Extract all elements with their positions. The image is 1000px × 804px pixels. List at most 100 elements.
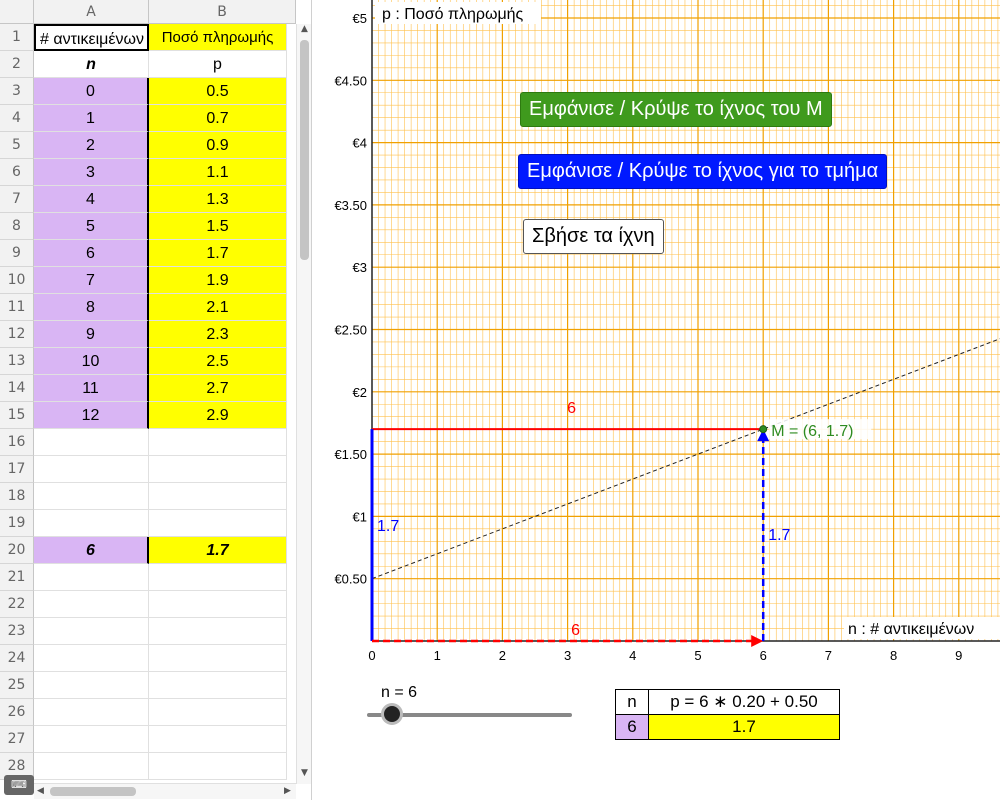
cell-b1[interactable]: Ποσό πληρωμής xyxy=(149,24,287,51)
scroll-left-icon[interactable]: ◀ xyxy=(37,784,44,799)
cell-p-value[interactable]: 2.3 xyxy=(149,321,287,348)
empty-cell[interactable] xyxy=(34,726,149,753)
cell-p-value[interactable]: 2.9 xyxy=(149,402,287,429)
cell-a1[interactable]: # αντικειμένων xyxy=(34,24,149,51)
cell-n-value[interactable]: 5 xyxy=(34,213,149,240)
row-number[interactable]: 13 xyxy=(0,348,34,375)
row-number[interactable]: 5 xyxy=(0,132,34,159)
slider-knob[interactable] xyxy=(384,706,400,722)
cell-n-value[interactable]: 2 xyxy=(34,132,149,159)
empty-cell[interactable] xyxy=(34,645,149,672)
row-number[interactable]: 8 xyxy=(0,213,34,240)
row-number[interactable]: 25 xyxy=(0,672,34,699)
cell-n-value[interactable]: 12 xyxy=(34,402,149,429)
cell-b20[interactable]: 1.7 xyxy=(149,537,287,564)
empty-cell[interactable] xyxy=(149,510,287,537)
row-number[interactable]: 2 xyxy=(0,51,34,78)
row-number[interactable]: 27 xyxy=(0,726,34,753)
empty-cell[interactable] xyxy=(34,564,149,591)
empty-cell[interactable] xyxy=(149,483,287,510)
cell-n-value[interactable]: 10 xyxy=(34,348,149,375)
empty-cell[interactable] xyxy=(149,753,287,780)
cell-b2[interactable]: p xyxy=(149,51,287,78)
clear-traces-button[interactable]: Σβήσε τα ίχνη xyxy=(523,219,664,254)
empty-cell[interactable] xyxy=(149,726,287,753)
cell-p-value[interactable]: 2.7 xyxy=(149,375,287,402)
cell-p-value[interactable]: 1.1 xyxy=(149,159,287,186)
row-number[interactable]: 9 xyxy=(0,240,34,267)
empty-cell[interactable] xyxy=(149,429,287,456)
row-number[interactable]: 21 xyxy=(0,564,34,591)
sheet-corner[interactable] xyxy=(0,0,34,24)
column-header-b[interactable]: B xyxy=(149,0,296,24)
cell-n-value[interactable]: 0 xyxy=(34,78,149,105)
row-number[interactable]: 4 xyxy=(0,105,34,132)
cell-n-value[interactable]: 7 xyxy=(34,267,149,294)
row-number[interactable]: 17 xyxy=(0,456,34,483)
row-number[interactable]: 10 xyxy=(0,267,34,294)
cell-p-value[interactable]: 1.5 xyxy=(149,213,287,240)
empty-cell[interactable] xyxy=(34,672,149,699)
cell-p-value[interactable]: 1.7 xyxy=(149,240,287,267)
horizontal-scroll-thumb[interactable] xyxy=(50,787,136,796)
empty-cell[interactable] xyxy=(149,699,287,726)
cell-a2[interactable]: n xyxy=(34,51,149,78)
empty-cell[interactable] xyxy=(34,591,149,618)
empty-cell[interactable] xyxy=(149,672,287,699)
cell-n-value[interactable]: 6 xyxy=(34,240,149,267)
vertical-scrollbar[interactable]: ▲ ▼ xyxy=(296,24,311,784)
row-number[interactable]: 1 xyxy=(0,24,34,51)
row-number[interactable]: 15 xyxy=(0,402,34,429)
row-number[interactable]: 20 xyxy=(0,537,34,564)
keyboard-icon[interactable]: ⌨ xyxy=(4,775,34,795)
cell-n-value[interactable]: 9 xyxy=(34,321,149,348)
row-number[interactable]: 11 xyxy=(0,294,34,321)
cell-n-value[interactable]: 4 xyxy=(34,186,149,213)
graphics-view[interactable]: 0 1 2 3 4 5 6 7 8 9 €0.50 €1 €1.50 €2 €2.50 €3 €3.50 €4 €4… xyxy=(312,0,1000,800)
empty-cell[interactable] xyxy=(149,618,287,645)
cell-p-value[interactable]: 2.5 xyxy=(149,348,287,375)
row-number[interactable]: 16 xyxy=(0,429,34,456)
empty-cell[interactable] xyxy=(149,564,287,591)
row-number[interactable]: 19 xyxy=(0,510,34,537)
cell-p-value[interactable]: 0.9 xyxy=(149,132,287,159)
row-number[interactable]: 6 xyxy=(0,159,34,186)
vertical-scroll-thumb[interactable] xyxy=(300,40,309,260)
cell-p-value[interactable]: 0.5 xyxy=(149,78,287,105)
row-number[interactable]: 22 xyxy=(0,591,34,618)
cell-p-value[interactable]: 0.7 xyxy=(149,105,287,132)
empty-cell[interactable] xyxy=(149,591,287,618)
row-number[interactable]: 7 xyxy=(0,186,34,213)
empty-cell[interactable] xyxy=(34,510,149,537)
scroll-right-icon[interactable]: ▶ xyxy=(284,784,291,799)
row-number[interactable]: 18 xyxy=(0,483,34,510)
empty-cell[interactable] xyxy=(149,645,287,672)
scroll-up-icon[interactable]: ▲ xyxy=(297,24,311,34)
toggle-trace-m-button[interactable]: Εμφάνισε / Κρύψε το ίχνος του Μ xyxy=(520,92,832,127)
cell-p-value[interactable]: 1.9 xyxy=(149,267,287,294)
cell-a20[interactable]: 6 xyxy=(34,537,149,564)
column-header-a[interactable]: A xyxy=(34,0,149,24)
row-number[interactable]: 14 xyxy=(0,375,34,402)
toggle-trace-segment-button[interactable]: Εμφάνισε / Κρύψε το ίχνος για το τμήμα xyxy=(518,154,888,189)
scroll-down-icon[interactable]: ▼ xyxy=(297,768,311,778)
empty-cell[interactable] xyxy=(34,483,149,510)
point-m[interactable] xyxy=(759,425,768,434)
cell-n-value[interactable]: 11 xyxy=(34,375,149,402)
empty-cell[interactable] xyxy=(34,456,149,483)
empty-cell[interactable] xyxy=(34,699,149,726)
row-number[interactable]: 26 xyxy=(0,699,34,726)
cell-p-value[interactable]: 2.1 xyxy=(149,294,287,321)
row-number[interactable]: 12 xyxy=(0,321,34,348)
row-number[interactable]: 3 xyxy=(0,78,34,105)
horizontal-scrollbar[interactable]: ◀ ▶ xyxy=(34,783,296,799)
empty-cell[interactable] xyxy=(34,618,149,645)
cell-n-value[interactable]: 3 xyxy=(34,159,149,186)
n-slider[interactable] xyxy=(367,704,572,726)
cell-n-value[interactable]: 1 xyxy=(34,105,149,132)
empty-cell[interactable] xyxy=(149,456,287,483)
cell-n-value[interactable]: 8 xyxy=(34,294,149,321)
cell-p-value[interactable]: 1.3 xyxy=(149,186,287,213)
row-number[interactable]: 24 xyxy=(0,645,34,672)
empty-cell[interactable] xyxy=(34,429,149,456)
